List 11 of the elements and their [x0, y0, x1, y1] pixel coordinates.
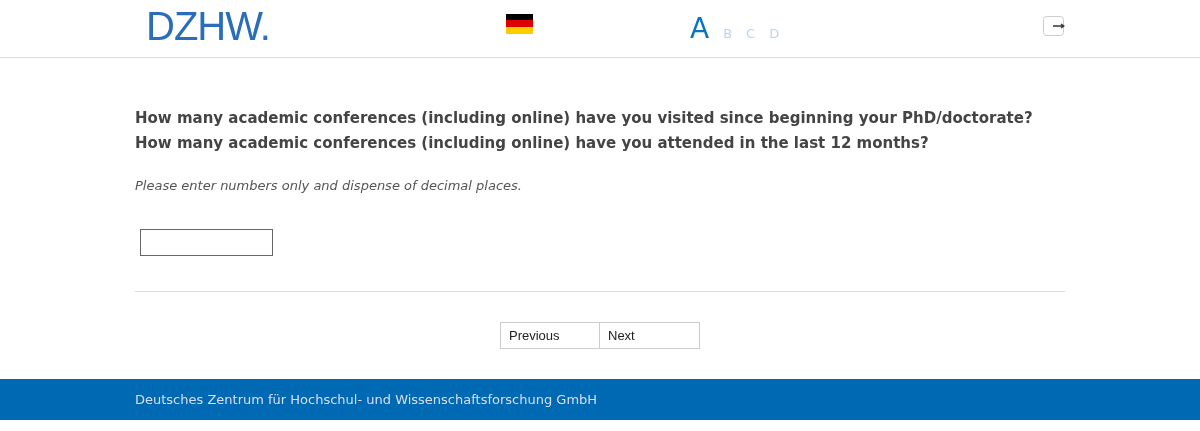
- question-text: How many academic conferences (including online) have you visited since beginning your PhD/doctorate?: [135, 108, 1034, 129]
- question-text: How many academic conferences (including online) have you attended in the last 12 months?: [135, 133, 930, 154]
- next-button[interactable]: Next: [600, 322, 700, 349]
- german-flag-icon[interactable]: [506, 13, 533, 34]
- number-input-field[interactable]: [140, 229, 273, 256]
- logout-icon[interactable]: [1043, 15, 1065, 36]
- logo: DZHW.: [146, 5, 271, 46]
- font-size-option[interactable]: A: [690, 12, 710, 45]
- instruction-text: Please enter numbers only and dispense of decimal places.: [135, 178, 523, 193]
- previous-button[interactable]: Previous: [500, 322, 600, 349]
- footer-text: Deutsches Zentrum für Hochschul- und Wissenschaftsforschung GmbH: [135, 392, 598, 407]
